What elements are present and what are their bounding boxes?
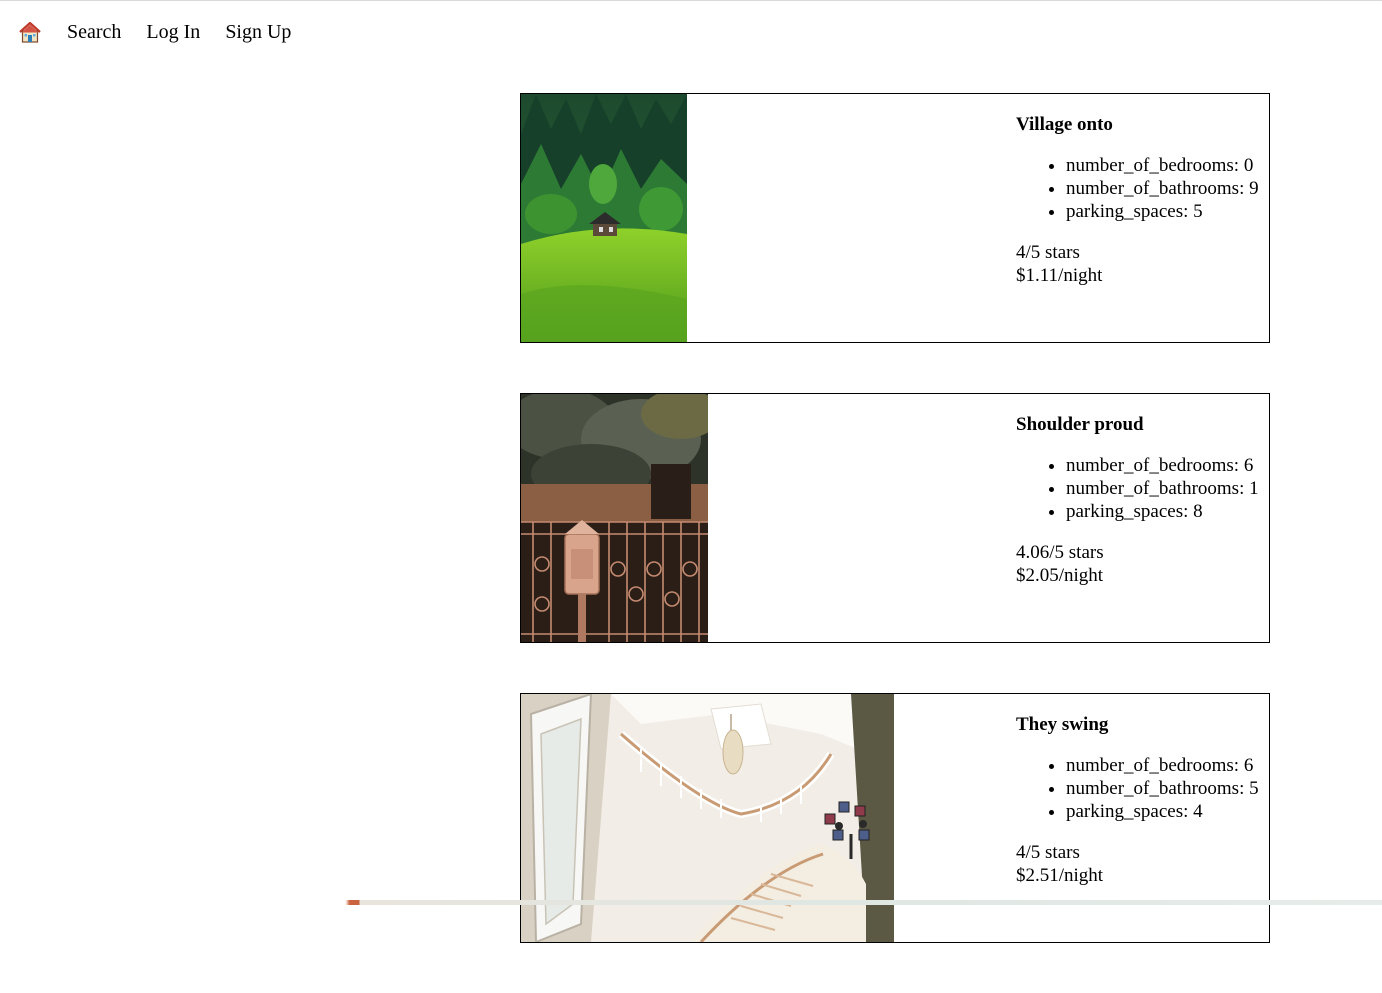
listing-price: $2.05/night <box>1016 565 1104 586</box>
listing-title[interactable]: Village onto <box>1016 114 1269 136</box>
iron-gate-mailbox-photo <box>521 394 708 642</box>
detail-bathrooms: number_of_bathrooms: 9 <box>1066 177 1269 200</box>
listing-details: number_of_bedrooms: 6 number_of_bathroom… <box>1016 754 1269 823</box>
listing-title[interactable]: They swing <box>1016 714 1269 736</box>
listing-info: They swing number_of_bedrooms: 6 number_… <box>1016 714 1269 887</box>
detail-bedrooms: number_of_bedrooms: 6 <box>1066 754 1269 777</box>
listing-title[interactable]: Shoulder proud <box>1016 414 1269 436</box>
detail-parking: parking_spaces: 8 <box>1066 500 1269 523</box>
nav-search-link[interactable]: Search <box>67 20 121 44</box>
detail-parking: parking_spaces: 5 <box>1066 200 1269 223</box>
listing-rating: 4.06/5 stars <box>1016 542 1104 563</box>
listing-card[interactable]: Shoulder proud number_of_bedrooms: 6 num… <box>520 393 1270 643</box>
listing-price: $1.11/night <box>1016 265 1103 286</box>
listing-info: Shoulder proud number_of_bedrooms: 6 num… <box>1016 414 1269 587</box>
nav-signup-link[interactable]: Sign Up <box>225 20 291 44</box>
listing-rating: 4/5 stars <box>1016 842 1080 863</box>
listing-price: $2.51/night <box>1016 865 1104 886</box>
nav-login-link[interactable]: Log In <box>146 20 200 44</box>
listing-details: number_of_bedrooms: 6 number_of_bathroom… <box>1016 454 1269 523</box>
detail-bathrooms: number_of_bathrooms: 5 <box>1066 777 1269 800</box>
top-divider <box>0 0 1382 1</box>
home-icon[interactable] <box>18 20 42 44</box>
detail-bedrooms: number_of_bedrooms: 0 <box>1066 154 1269 177</box>
detail-bedrooms: number_of_bedrooms: 6 <box>1066 454 1269 477</box>
detail-bathrooms: number_of_bathrooms: 1 <box>1066 477 1269 500</box>
listing-card[interactable]: Village onto number_of_bedrooms: 0 numbe… <box>520 93 1270 343</box>
forest-hillside-cabin-photo <box>521 94 687 342</box>
listing-card[interactable]: They swing number_of_bedrooms: 6 number_… <box>520 693 1270 943</box>
listing-info: Village onto number_of_bedrooms: 0 numbe… <box>1016 114 1269 287</box>
listing-rating: 4/5 stars <box>1016 242 1080 263</box>
listing-list: Village onto number_of_bedrooms: 0 numbe… <box>520 93 1270 993</box>
detail-parking: parking_spaces: 4 <box>1066 800 1269 823</box>
bottom-edge-strip <box>0 900 1382 905</box>
listing-details: number_of_bedrooms: 0 number_of_bathroom… <box>1016 154 1269 223</box>
top-nav: Search Log In Sign Up <box>18 20 316 44</box>
